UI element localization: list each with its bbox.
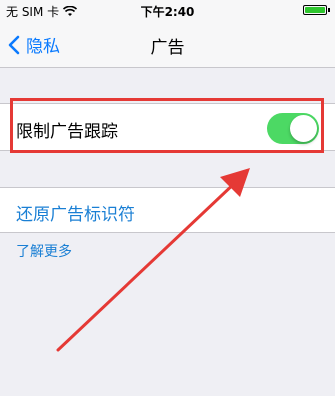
status-bar: 无 SIM 卡 下午2:40 (0, 0, 335, 20)
reset-identifier-row: 还原广告标识符 (0, 187, 335, 233)
status-time: 下午2:40 (140, 5, 195, 19)
battery-level (305, 7, 325, 13)
reset-ad-identifier-link[interactable]: 还原广告标识符 (16, 200, 135, 225)
page-title: 广告 (150, 38, 185, 58)
navigation-bar: 隐私 广告 (0, 20, 335, 68)
battery-icon (303, 5, 327, 15)
limit-ad-tracking-label: 限制广告跟踪 (16, 122, 118, 142)
learn-more-link[interactable]: 了解更多 (16, 241, 72, 261)
limit-ad-tracking-row: 限制广告跟踪 (0, 103, 335, 151)
limit-ad-tracking-toggle[interactable] (267, 113, 319, 144)
toggle-knob (290, 115, 317, 142)
battery-nub (328, 8, 330, 12)
